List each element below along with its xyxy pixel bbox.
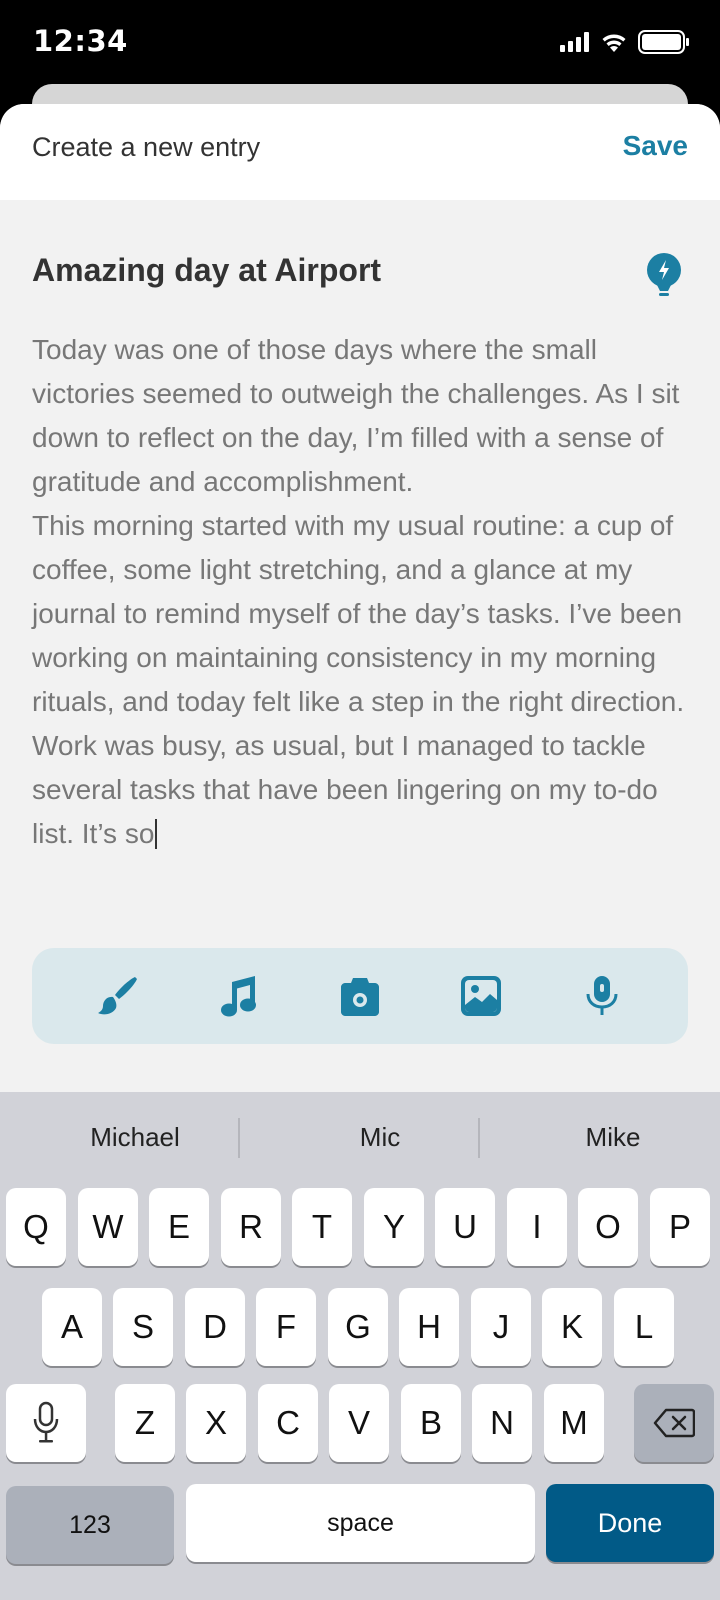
key-e[interactable]: E: [149, 1188, 209, 1266]
keyboard: Michael Mic Mike Q W E R T Y U I O P A S…: [0, 1092, 720, 1600]
key-o[interactable]: O: [578, 1188, 638, 1266]
space-key[interactable]: space: [186, 1484, 535, 1562]
key-y[interactable]: Y: [364, 1188, 424, 1266]
key-l[interactable]: L: [614, 1288, 674, 1366]
suggestion-item[interactable]: Michael: [20, 1122, 250, 1153]
key-x[interactable]: X: [186, 1384, 246, 1462]
entry-paragraph: Today was one of those days where the sm…: [32, 334, 680, 497]
entry-paragraph: This morning started with my usual routi…: [32, 510, 685, 717]
key-u[interactable]: U: [435, 1188, 495, 1266]
brush-button[interactable]: [94, 972, 142, 1020]
key-p[interactable]: P: [650, 1188, 710, 1266]
key-h[interactable]: H: [399, 1288, 459, 1366]
entry-paragraph-text: Work was busy, as usual, but I managed t…: [32, 730, 658, 849]
save-button[interactable]: Save: [623, 130, 688, 162]
entry-title-input[interactable]: Amazing day at Airport: [32, 252, 381, 289]
key-z[interactable]: Z: [115, 1384, 175, 1462]
key-w[interactable]: W: [78, 1188, 138, 1266]
status-icons: [560, 30, 690, 54]
suggestion-item[interactable]: Mic: [265, 1122, 495, 1153]
key-q[interactable]: Q: [6, 1188, 66, 1266]
text-cursor: [155, 819, 158, 849]
key-a[interactable]: A: [42, 1288, 102, 1366]
signal-icon: [560, 32, 589, 52]
status-time: 12:34: [33, 24, 128, 58]
done-key[interactable]: Done: [546, 1484, 714, 1562]
key-i[interactable]: I: [507, 1188, 567, 1266]
sheet-header: Create a new entry Save: [0, 104, 720, 200]
wifi-icon: [602, 34, 626, 52]
backspace-icon: [653, 1408, 695, 1438]
entry-paragraph: Work was busy, as usual, but I managed t…: [32, 724, 697, 856]
dictation-key[interactable]: [6, 1384, 86, 1462]
key-b[interactable]: B: [401, 1384, 461, 1462]
camera-icon: [340, 978, 379, 1016]
page-title: Create a new entry: [32, 132, 261, 162]
battery-icon: [638, 30, 689, 54]
image-icon: [460, 976, 501, 1016]
suggestion-divider: [238, 1118, 240, 1158]
status-bar: 12:34: [0, 0, 720, 90]
key-g[interactable]: G: [328, 1288, 388, 1366]
key-j[interactable]: J: [471, 1288, 531, 1366]
music-button[interactable]: [215, 972, 263, 1020]
key-t[interactable]: T: [292, 1188, 352, 1266]
image-button[interactable]: [457, 972, 505, 1020]
key-n[interactable]: N: [472, 1384, 532, 1462]
key-s[interactable]: S: [113, 1288, 173, 1366]
key-v[interactable]: V: [329, 1384, 389, 1462]
key-k[interactable]: K: [542, 1288, 602, 1366]
numbers-key[interactable]: 123: [6, 1486, 174, 1564]
microphone-button[interactable]: [578, 972, 626, 1020]
key-c[interactable]: C: [258, 1384, 318, 1462]
brush-icon: [98, 977, 138, 1015]
key-f[interactable]: F: [256, 1288, 316, 1366]
suggestion-item[interactable]: Mike: [498, 1122, 720, 1153]
key-m[interactable]: M: [544, 1384, 604, 1462]
keyboard-suggestions: Michael Mic Mike: [0, 1092, 720, 1188]
music-note-icon: [221, 976, 257, 1017]
microphone-icon: [586, 976, 618, 1015]
microphone-icon: [33, 1401, 59, 1443]
suggestion-divider: [478, 1118, 480, 1158]
key-d[interactable]: D: [185, 1288, 245, 1366]
lightbulb-icon[interactable]: [644, 252, 684, 298]
media-toolbar: [32, 948, 688, 1044]
entry-body-textarea[interactable]: Today was one of those days where the sm…: [32, 328, 697, 856]
backspace-key[interactable]: [634, 1384, 714, 1462]
camera-button[interactable]: [336, 972, 384, 1020]
key-r[interactable]: R: [221, 1188, 281, 1266]
